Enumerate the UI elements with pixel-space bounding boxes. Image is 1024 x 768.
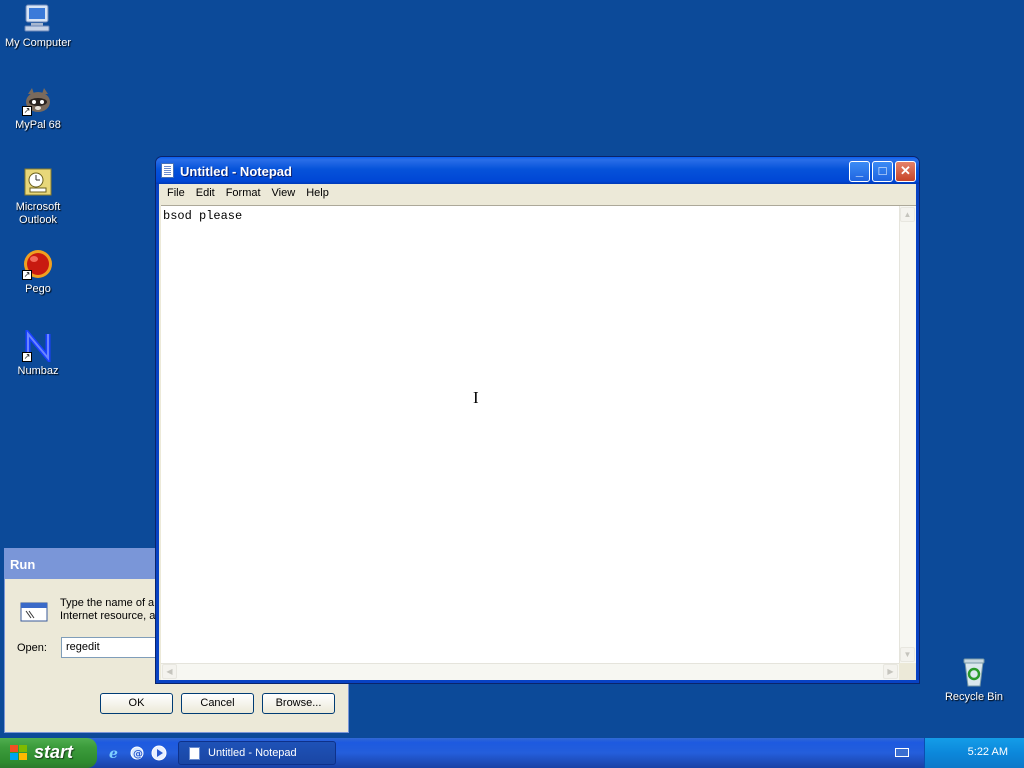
run-description-line1: Type the name of a — [60, 597, 155, 609]
recycle-bin-icon — [958, 656, 990, 688]
taskbar: start e @ Untitled - Notepad 5:22 AM — [0, 738, 1024, 768]
minimize-icon: _ — [855, 163, 864, 178]
outlook-icon — [22, 166, 54, 198]
desktop-icon-pego[interactable]: ↗ Pego — [0, 248, 76, 296]
taskbar-button-notepad[interactable]: Untitled - Notepad — [178, 741, 336, 765]
start-label: start — [34, 742, 74, 762]
system-tray: 5:22 AM — [895, 738, 1024, 768]
keyboard-icon[interactable] — [895, 748, 909, 757]
maximize-button[interactable]: □ — [872, 161, 893, 182]
horizontal-scrollbar[interactable]: ◀ ▶ — [161, 663, 899, 680]
clock[interactable]: 5:22 AM — [968, 746, 1008, 758]
scroll-right-icon[interactable]: ▶ — [883, 664, 898, 679]
browse-button[interactable]: Browse... — [262, 693, 335, 714]
icon-label: Microsoft Outlook — [15, 201, 61, 226]
windows-logo-icon — [10, 745, 28, 761]
svg-text:@: @ — [133, 749, 143, 760]
ok-button[interactable]: OK — [100, 693, 173, 714]
icon-label: Pego — [25, 283, 51, 295]
run-description-line2: Internet resource, a — [60, 610, 156, 622]
internet-explorer-icon[interactable]: e — [107, 745, 123, 762]
window-title: Untitled - Notepad — [180, 164, 292, 179]
icon-label: Numbaz — [17, 365, 59, 377]
my-computer-icon — [22, 2, 54, 34]
svg-text:e: e — [109, 746, 118, 761]
menu-file[interactable]: File — [162, 184, 191, 204]
minimize-button[interactable]: _ — [849, 161, 870, 182]
scroll-up-icon[interactable]: ▲ — [900, 207, 915, 222]
close-icon: ✕ — [900, 163, 911, 178]
notepad-icon — [189, 747, 200, 760]
menu-help[interactable]: Help — [301, 184, 335, 204]
desktop-icon-outlook[interactable]: Microsoft Outlook — [0, 166, 76, 227]
task-label: Untitled - Notepad — [208, 747, 297, 759]
numbaz-icon: ↗ — [22, 327, 54, 365]
shortcut-arrow-icon: ↗ — [22, 352, 32, 362]
close-button[interactable]: ✕ — [895, 161, 916, 182]
menu-edit[interactable]: Edit — [191, 184, 221, 204]
scroll-left-icon[interactable]: ◀ — [162, 664, 177, 679]
notepad-window: Untitled - Notepad _ □ ✕ File Edit Forma… — [155, 156, 920, 684]
notepad-icon — [161, 163, 174, 178]
desktop-icon-my-computer[interactable]: My Computer — [0, 2, 76, 50]
text-editor[interactable]: bsod please ▲ ▼ ◀ ▶ — [161, 205, 916, 680]
ibeam-cursor-icon: I — [473, 388, 479, 407]
run-icon — [19, 599, 51, 625]
vertical-scrollbar[interactable]: ▲ ▼ — [899, 206, 916, 663]
notepad-title-bar[interactable]: Untitled - Notepad _ □ ✕ — [156, 157, 919, 184]
shortcut-arrow-icon: ↗ — [22, 270, 32, 280]
editor-content: bsod please — [163, 209, 243, 223]
media-player-icon[interactable] — [151, 745, 167, 761]
icon-label: MyPal 68 — [15, 119, 61, 131]
menu-bar: File Edit Format View Help — [159, 184, 916, 204]
shortcut-arrow-icon: ↗ — [22, 106, 32, 116]
scroll-down-icon[interactable]: ▼ — [900, 647, 915, 662]
browser-icon[interactable]: @ — [129, 745, 145, 761]
raccoon-icon: ↗ — [22, 84, 54, 116]
desktop-icon-numbaz[interactable]: ↗ Numbaz — [0, 327, 76, 378]
start-button[interactable]: start — [0, 738, 97, 768]
menu-format[interactable]: Format — [221, 184, 267, 204]
icon-label: My Computer — [4, 37, 72, 49]
resize-grip-icon[interactable] — [899, 663, 916, 680]
cancel-button[interactable]: Cancel — [181, 693, 254, 714]
pego-icon: ↗ — [22, 248, 54, 280]
maximize-icon: □ — [878, 163, 887, 178]
desktop-icon-mypal[interactable]: ↗ MyPal 68 — [0, 84, 76, 132]
icon-label: Recycle Bin — [944, 691, 1004, 703]
open-label: Open: — [17, 642, 47, 654]
desktop-icon-recycle-bin[interactable]: Recycle Bin — [936, 656, 1012, 704]
menu-view[interactable]: View — [267, 184, 302, 204]
